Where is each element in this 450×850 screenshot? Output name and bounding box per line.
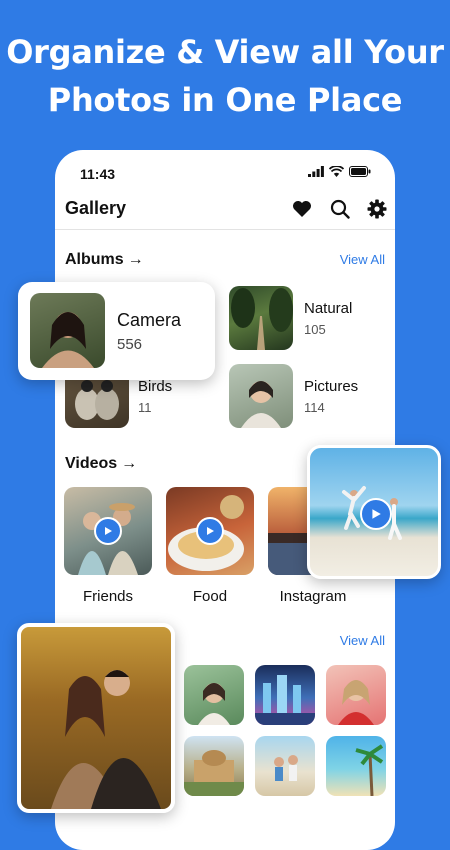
arrow-right-icon: → (121, 455, 138, 472)
video-thumb-food[interactable] (166, 487, 254, 575)
album-thumb-pictures[interactable] (229, 364, 293, 428)
play-icon (94, 517, 122, 545)
photos-view-all-link[interactable]: View All (340, 633, 385, 648)
album-count-natural: 105 (304, 322, 326, 337)
play-icon (196, 517, 224, 545)
promo-headline-line1: Organize & View all Your (6, 33, 444, 71)
album-thumb-natural[interactable] (229, 286, 293, 350)
promo-headline-line2: Photos in One Place (47, 81, 403, 119)
albums-heading[interactable]: Albums → (65, 251, 144, 269)
album-name-natural: Natural (304, 300, 353, 317)
videos-heading[interactable]: Videos → (65, 455, 137, 473)
status-icons (308, 166, 371, 177)
photo-thumb[interactable] (184, 736, 244, 796)
albums-view-all-link[interactable]: View All (340, 252, 385, 267)
promo-headline: Organize & View all Your Photos in One P… (0, 28, 450, 124)
search-icon[interactable] (329, 198, 351, 220)
album-count-birds: 11 (138, 400, 152, 415)
photo-thumb[interactable] (184, 665, 244, 725)
video-card-beach[interactable] (307, 445, 441, 579)
video-label-friends: Friends (82, 588, 134, 605)
album-name-birds: Birds (138, 378, 173, 395)
status-time: 11:43 (80, 166, 116, 182)
photo-thumb[interactable] (255, 665, 315, 725)
signal-icon (308, 166, 324, 177)
videos-title: Videos (65, 455, 118, 472)
heart-icon[interactable] (291, 198, 313, 220)
album-count-pictures: 114 (304, 400, 325, 415)
arrow-right-icon: → (127, 251, 144, 268)
album-count-camera: 556 (117, 336, 143, 353)
toolbar-divider (55, 229, 395, 230)
photo-thumb[interactable] (326, 665, 386, 725)
photo-card-couple[interactable] (17, 623, 175, 813)
battery-icon (349, 166, 371, 177)
albums-title: Albums (65, 251, 124, 268)
wifi-icon (329, 166, 344, 177)
album-name-camera: Camera (117, 310, 182, 330)
gear-icon[interactable] (366, 198, 388, 220)
photo-thumb[interactable] (255, 736, 315, 796)
photo-thumb[interactable] (326, 736, 386, 796)
album-thumb-camera (30, 293, 105, 368)
app-title: Gallery (65, 198, 127, 218)
play-icon[interactable] (360, 498, 392, 530)
album-name-pictures: Pictures (304, 378, 359, 395)
video-label-instagram: Instagram (279, 588, 347, 605)
album-card-camera[interactable]: Camera 556 (18, 282, 215, 380)
video-label-food: Food (192, 588, 228, 605)
video-thumb-friends[interactable] (64, 487, 152, 575)
